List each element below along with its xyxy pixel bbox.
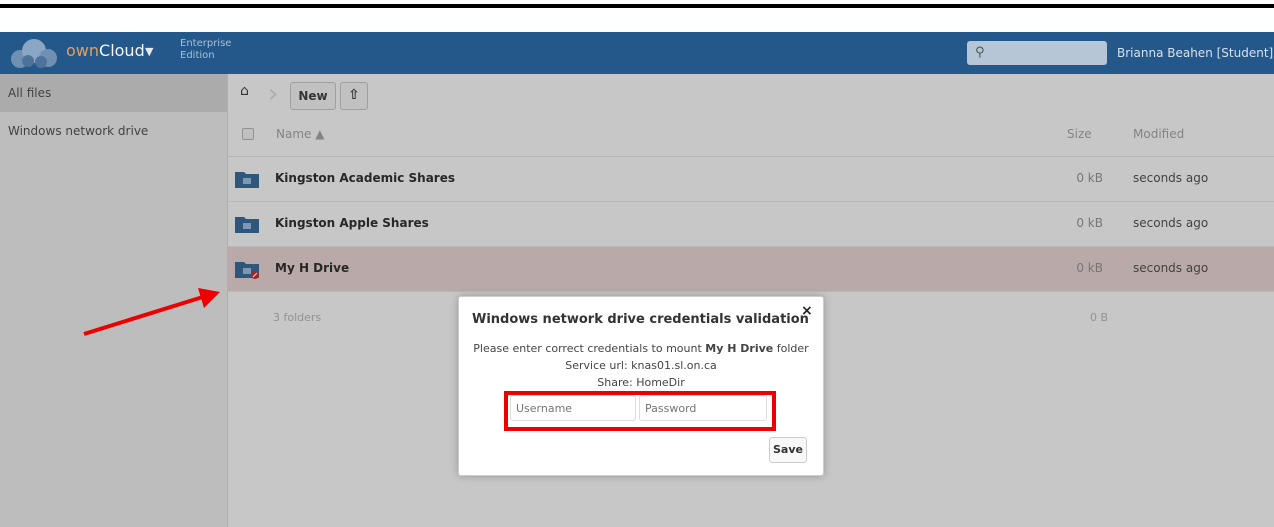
edition-label: Enterprise Edition <box>180 38 232 61</box>
owncloud-logo[interactable] <box>8 37 60 69</box>
search-input[interactable]: ⚲ <box>967 41 1107 65</box>
credentials-dialog: Windows network drive credentials valida… <box>458 296 824 476</box>
red-arrow-annotation <box>83 288 220 336</box>
chevron-down-icon[interactable]: ▼ <box>145 45 153 58</box>
username-field[interactable] <box>510 395 636 421</box>
search-icon: ⚲ <box>975 45 985 60</box>
dialog-message: Please enter correct credentials to moun… <box>459 340 823 391</box>
dialog-title: Windows network drive credentials valida… <box>472 312 809 327</box>
user-menu[interactable]: Brianna Beahen [Student] ▾ <box>1117 46 1274 60</box>
share-name: Share: HomeDir <box>597 376 685 389</box>
close-icon[interactable]: × <box>801 303 813 319</box>
app-header: ownCloud ▼ Enterprise Edition ⚲ Brianna B… <box>0 32 1274 74</box>
top-border <box>0 0 1274 10</box>
service-url: Service url: knas01.sl.on.ca <box>565 359 717 372</box>
password-field[interactable] <box>639 395 767 421</box>
save-button[interactable]: Save <box>769 437 807 463</box>
brand-name[interactable]: ownCloud <box>66 41 145 60</box>
